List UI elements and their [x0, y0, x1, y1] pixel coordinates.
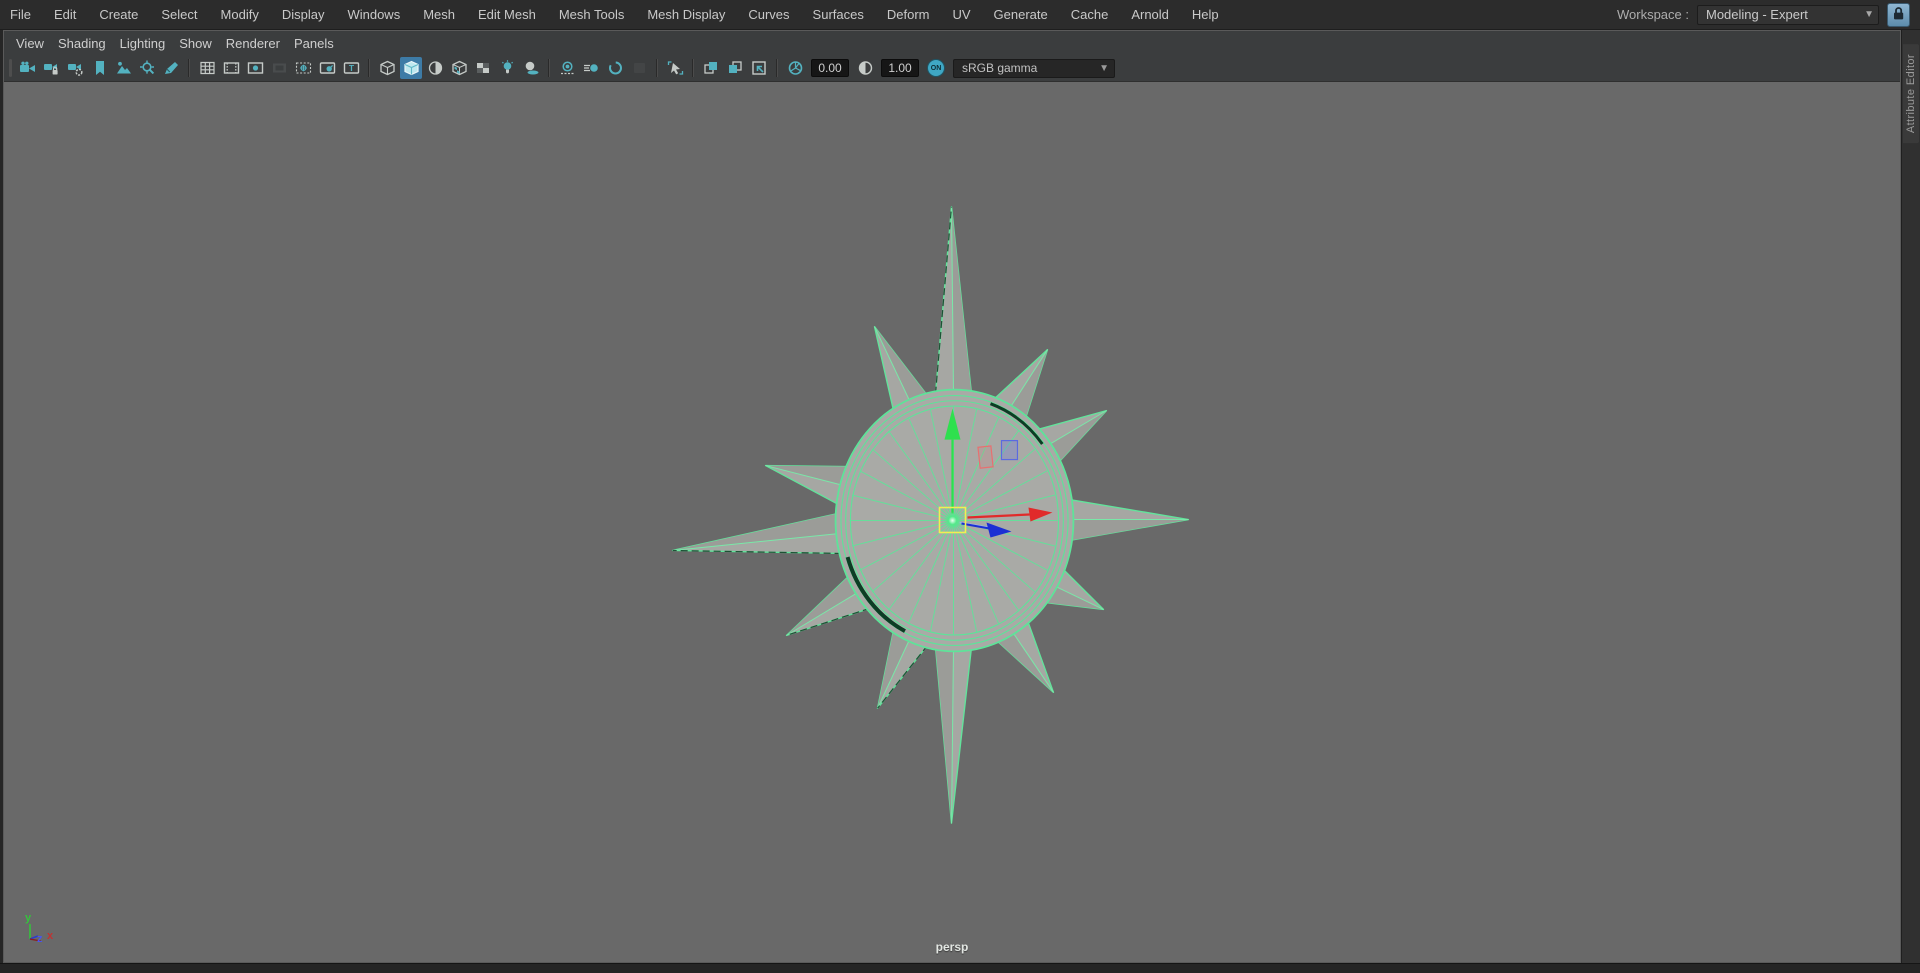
field-chart-icon[interactable] — [292, 57, 314, 79]
film-gate-icon[interactable] — [220, 57, 242, 79]
menu-file[interactable]: File — [10, 7, 31, 22]
menu-generate[interactable]: Generate — [994, 7, 1048, 22]
menu-arnold[interactable]: Arnold — [1131, 7, 1169, 22]
gamma-icon[interactable] — [854, 57, 876, 79]
toolbar-separator — [776, 59, 778, 77]
bookmarks-icon[interactable] — [88, 57, 110, 79]
workspace-label: Workspace : — [1616, 7, 1689, 22]
star-mesh[interactable] — [671, 206, 1190, 824]
toolbar-grip[interactable] — [9, 59, 12, 77]
chevron-down-icon: ▼ — [1864, 9, 1874, 20]
select-camera-icon[interactable] — [16, 57, 38, 79]
lock-icon — [1890, 5, 1907, 24]
bottom-strip — [0, 963, 1920, 973]
panel-menu-renderer[interactable]: Renderer — [226, 36, 280, 51]
lock-camera-icon[interactable] — [40, 57, 62, 79]
screen-space-ao-icon[interactable] — [556, 57, 578, 79]
menu-help[interactable]: Help — [1192, 7, 1219, 22]
panel-menu-shading[interactable]: Shading — [58, 36, 106, 51]
svg-text:T: T — [348, 63, 354, 73]
panel-toolbar: T 0.00 1.00 ON sRGB gamma ▼ — [4, 55, 1900, 82]
manip-plane-xz-handle[interactable] — [977, 445, 994, 469]
menu-cache[interactable]: Cache — [1071, 7, 1109, 22]
menu-edit-mesh[interactable]: Edit Mesh — [478, 7, 536, 22]
tear-off-icon[interactable] — [700, 57, 722, 79]
image-plane-icon[interactable] — [112, 57, 134, 79]
multisampling-icon[interactable] — [628, 57, 650, 79]
camera-name-label: persp — [935, 940, 969, 954]
workspace-lock-button[interactable] — [1887, 2, 1910, 27]
panel-window-icon[interactable] — [748, 57, 770, 79]
exposure-icon[interactable] — [784, 57, 806, 79]
toolbar-separator — [548, 59, 550, 77]
toolbar-separator — [656, 59, 658, 77]
menu-windows[interactable]: Windows — [347, 7, 400, 22]
anti-aliasing-icon[interactable] — [604, 57, 626, 79]
workspace-switcher: Workspace : Modeling - Expert ▼ — [1616, 2, 1910, 27]
perspective-viewport[interactable]: y z x persp — [4, 82, 1900, 962]
menu-mesh[interactable]: Mesh — [423, 7, 455, 22]
axis-x-label: x — [47, 930, 54, 942]
main-menus: File Edit Create Select Modify Display Windows… — [10, 7, 1219, 22]
use-default-material-icon[interactable] — [472, 57, 494, 79]
wireframe-icon[interactable] — [376, 57, 398, 79]
shade-selected-items-icon[interactable] — [424, 57, 446, 79]
view-transform-value: sRGB gamma — [962, 61, 1038, 75]
resolution-gate-icon[interactable] — [244, 57, 266, 79]
viewport-panel: View Shading Lighting Show Renderer Panels T … — [3, 30, 1901, 963]
menu-deform[interactable]: Deform — [887, 7, 930, 22]
main-menu-bar: File Edit Create Select Modify Display Windows… — [0, 0, 1920, 30]
gamma-field[interactable]: 1.00 — [881, 59, 919, 77]
menu-create[interactable]: Create — [99, 7, 138, 22]
view-axis-gizmo: y z x — [25, 912, 54, 945]
safe-title-icon[interactable]: T — [340, 57, 362, 79]
lighting-icon[interactable] — [496, 57, 518, 79]
panel-menu-show[interactable]: Show — [179, 36, 212, 51]
workspace-value: Modeling - Expert — [1706, 7, 1808, 22]
safe-action-icon[interactable] — [316, 57, 338, 79]
toolbar-icon-groups: T — [15, 57, 771, 79]
panel-menu-panels[interactable]: Panels — [294, 36, 334, 51]
textured-icon[interactable] — [448, 57, 470, 79]
toolbar-separator — [188, 59, 190, 77]
smooth-shade-all-icon[interactable] — [400, 57, 422, 79]
gate-mask-icon[interactable] — [268, 57, 290, 79]
menu-mesh-display[interactable]: Mesh Display — [647, 7, 725, 22]
panel-menu-lighting[interactable]: Lighting — [120, 36, 166, 51]
toolbar-separator — [692, 59, 694, 77]
manip-plane-xy-handle[interactable] — [1000, 439, 1019, 461]
menu-mesh-tools[interactable]: Mesh Tools — [559, 7, 625, 22]
toolbar-separator — [368, 59, 370, 77]
grease-pencil-icon[interactable] — [160, 57, 182, 79]
motion-blur-icon[interactable] — [580, 57, 602, 79]
menu-modify[interactable]: Modify — [221, 7, 259, 22]
chevron-down-icon: ▼ — [1099, 62, 1109, 74]
panel-menu-view[interactable]: View — [16, 36, 44, 51]
exposure-field[interactable]: 0.00 — [811, 59, 849, 77]
workspace-dropdown[interactable]: Modeling - Expert ▼ — [1697, 4, 1879, 25]
scene-svg: y z x — [25, 206, 1190, 945]
isolate-select-icon[interactable] — [664, 57, 686, 79]
attribute-editor-tab[interactable]: Attribute Editor — [1903, 44, 1919, 144]
menu-curves[interactable]: Curves — [748, 7, 789, 22]
menu-surfaces[interactable]: Surfaces — [813, 7, 864, 22]
menu-display[interactable]: Display — [282, 7, 325, 22]
panel-menu-bar: View Shading Lighting Show Renderer Panels — [4, 31, 1900, 55]
camera-attributes-icon[interactable] — [64, 57, 86, 79]
tear-off-copy-icon[interactable] — [724, 57, 746, 79]
axis-z-label: z — [37, 933, 43, 945]
view-transform-dropdown[interactable]: sRGB gamma ▼ — [953, 58, 1115, 78]
main-area: View Shading Lighting Show Renderer Panels T … — [0, 30, 1920, 963]
menu-edit[interactable]: Edit — [54, 7, 76, 22]
shadows-icon[interactable] — [520, 57, 542, 79]
menu-uv[interactable]: UV — [952, 7, 970, 22]
axis-y-label: y — [25, 912, 32, 924]
2d-pan-zoom-icon[interactable] — [136, 57, 158, 79]
right-dock-strip: Attribute Editor — [1901, 30, 1920, 963]
menu-select[interactable]: Select — [161, 7, 197, 22]
manip-center-glow — [943, 511, 962, 530]
view-transform-toggle[interactable]: ON — [927, 59, 945, 77]
grid-icon[interactable] — [196, 57, 218, 79]
